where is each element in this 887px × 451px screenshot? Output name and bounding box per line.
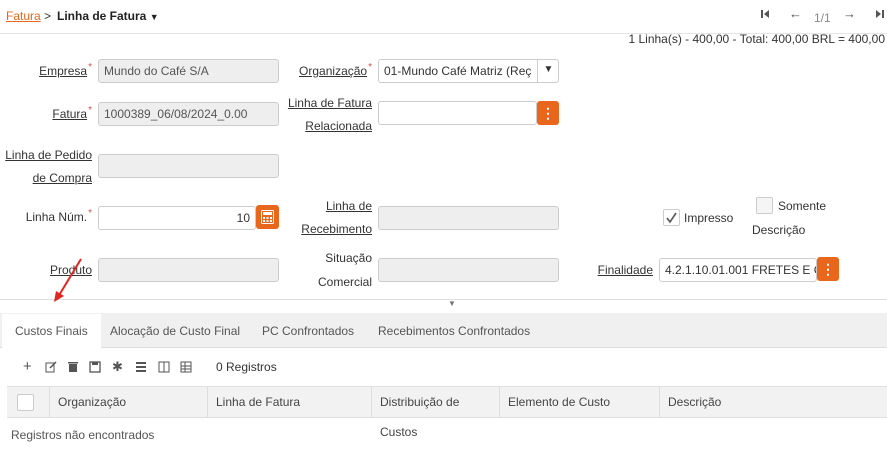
linha-fatura-relacionada-label-2: Relacionada <box>305 119 372 133</box>
organizacao-select[interactable]: 01-Mundo Café Matriz (Reç <box>378 59 559 83</box>
form-view-icon[interactable] <box>135 361 147 376</box>
somente-descricao-label-2: Descrição <box>752 223 806 237</box>
impresso-checkbox[interactable] <box>663 209 680 226</box>
column-distribuicao-custos[interactable]: Distribuição de Custos <box>371 387 499 439</box>
linha-num-field[interactable]: 10 <box>98 206 256 230</box>
linha-num-label: Linha Núm.* <box>25 208 92 224</box>
column-descricao[interactable]: Descrição <box>659 387 887 417</box>
first-record-icon[interactable] <box>760 8 770 22</box>
linha-recebimento-field[interactable] <box>378 206 559 230</box>
caret-down-icon: ▼ <box>149 12 159 22</box>
tab-alocacao-custo-final[interactable]: Alocação de Custo Final <box>97 314 253 349</box>
column-organizacao[interactable]: Organização <box>49 387 207 417</box>
linha-fatura-relacionada-label: Linha de Fatura <box>287 96 372 110</box>
breadcrumb-separator: > <box>44 9 52 23</box>
tab-custos-finais[interactable]: Custos Finais <box>2 314 101 349</box>
linha-fatura-relacionada-field[interactable] <box>378 101 537 125</box>
column-elemento-custo[interactable]: Elemento de Custo <box>499 387 659 417</box>
fatura-label: Fatura* <box>52 105 92 121</box>
select-all-checkbox[interactable] <box>17 394 34 411</box>
delete-icon[interactable] <box>67 361 79 376</box>
somente-descricao-label: Somente <box>778 199 827 213</box>
record-count: 0 Registros <box>216 360 277 374</box>
breadcrumb-current-label: Linha de Fatura <box>57 9 147 23</box>
somente-descricao-checkbox[interactable] <box>756 197 773 214</box>
finalidade-field[interactable]: 4.2.1.10.01.001 FRETES E CA <box>659 258 817 282</box>
empresa-label: Empresa* <box>39 62 92 78</box>
save-icon[interactable] <box>89 361 101 376</box>
grid-view-icon[interactable] <box>180 361 192 376</box>
finalidade-more-icon[interactable]: ⋮ <box>817 257 839 281</box>
linha-recebimento-label: Linha de <box>325 199 372 213</box>
splitter-handle-icon[interactable]: ▼ <box>448 299 456 308</box>
record-page-indicator: 1/1 <box>814 11 831 25</box>
gear-icon[interactable]: ✱ <box>112 359 123 375</box>
empty-grid-message: Registros não encontrados <box>11 428 155 442</box>
situacao-comercial-label: Situação <box>325 251 372 265</box>
linha-recebimento-label-2: Recebimento <box>301 222 372 236</box>
tab-pc-confrontados[interactable]: PC Confrontados <box>249 314 367 349</box>
situacao-comercial-field[interactable] <box>378 258 559 282</box>
finalidade-label: Finalidade <box>597 263 653 277</box>
split-view-icon[interactable] <box>158 361 170 376</box>
annotation-arrow-icon <box>54 258 82 302</box>
produto-field[interactable] <box>98 258 279 282</box>
more-options-icon[interactable]: ⋮ <box>537 101 559 125</box>
impresso-label: Impresso <box>684 211 734 225</box>
organizacao-label: Organização* <box>299 62 372 78</box>
chevron-down-icon[interactable]: ▼ <box>537 59 559 83</box>
empresa-field[interactable]: Mundo do Café S/A <box>98 59 279 83</box>
column-linha-fatura[interactable]: Linha de Fatura <box>207 387 371 417</box>
edit-icon[interactable] <box>45 361 57 376</box>
next-record-icon[interactable]: → <box>843 6 856 21</box>
previous-record-icon[interactable]: ← <box>789 6 802 21</box>
organizacao-value: 01-Mundo Café Matriz (Reç <box>384 64 532 78</box>
linha-pedido-label-2: de Compra <box>32 171 92 185</box>
fatura-field[interactable]: 1000389_06/08/2024_0.00 <box>98 102 279 126</box>
breadcrumb-fatura-link[interactable]: Fatura <box>6 9 41 23</box>
checkmark-icon <box>666 212 677 224</box>
linha-pedido-field[interactable] <box>98 154 279 178</box>
summary-totals: 1 Linha(s) - 400,00 - Total: 400,00 BRL … <box>628 32 885 46</box>
add-icon[interactable]: + <box>23 358 32 375</box>
situacao-comercial-label-2: Comercial <box>317 275 372 289</box>
linha-pedido-label: Linha de Pedido <box>5 148 92 162</box>
breadcrumb-current[interactable]: Linha de Fatura ▼ <box>57 9 159 23</box>
grid-header: Organização Linha de Fatura Distribuição… <box>7 386 887 439</box>
panel-splitter[interactable] <box>0 299 887 300</box>
last-record-icon[interactable] <box>875 8 885 22</box>
tab-recebimentos-confrontados[interactable]: Recebimentos Confrontados <box>365 314 543 349</box>
